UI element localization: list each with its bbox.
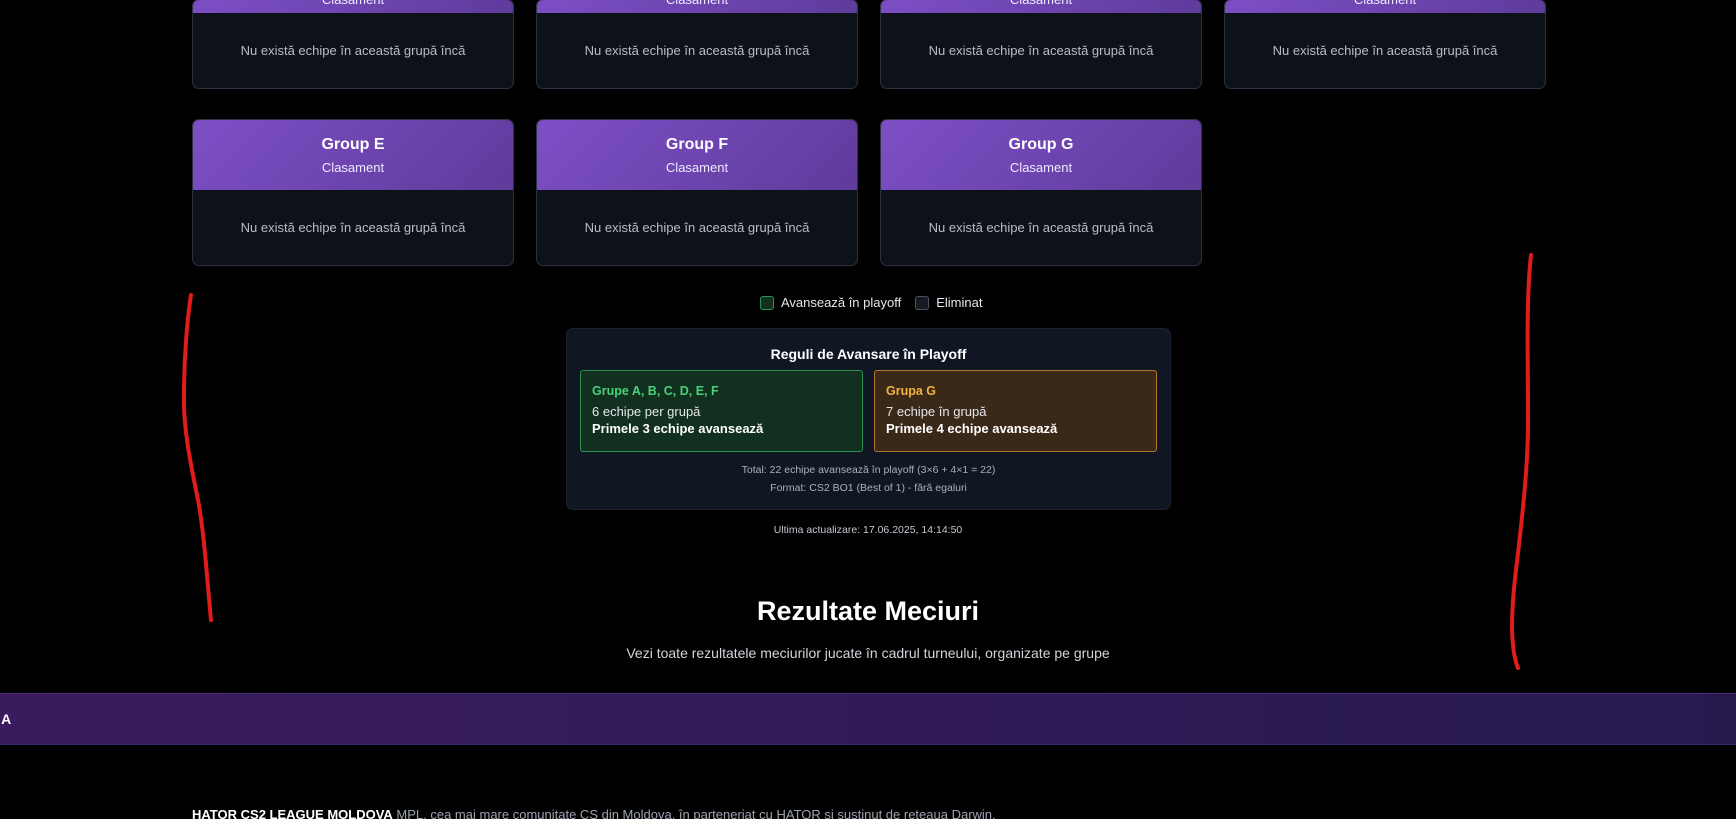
- section-title: Rezultate Meciuri: [756, 596, 980, 626]
- card-header: Group F Clasament: [537, 120, 857, 190]
- empty-message: Nu există echipe în această grupă încă: [1272, 43, 1498, 58]
- rules-format: Format: CS2 BO1 (Best of 1) - fără egalu…: [770, 482, 967, 494]
- card-subtitle: Clasament: [1009, 160, 1073, 175]
- card-subtitle: Clasament: [537, 0, 857, 8]
- annotation-stroke-left: [181, 293, 213, 622]
- last-updated: Ultima actualizare: 17.06.2025, 14:14:50: [0, 524, 1736, 536]
- card-header: Clasament: [1225, 0, 1545, 13]
- empty-message: Nu există echipe în această grupă încă: [928, 220, 1154, 235]
- card-subtitle: Clasament: [321, 160, 385, 175]
- legend-advance-label: Avansează în playoff: [781, 295, 902, 310]
- rules-title: Reguli de Avansare în Playoff: [770, 346, 967, 362]
- section-subtitle: Vezi toate rezultatele meciurilor jucate…: [626, 645, 1110, 661]
- rule-advance-count: Primele 3 echipe avansează: [592, 421, 764, 436]
- group-card-a: Clasament Nu există echipe în această gr…: [192, 0, 514, 89]
- group-card-b: Clasament Nu există echipe în această gr…: [536, 0, 858, 89]
- footer-brand: HATOR CS2 LEAGUE MOLDOVA: [192, 807, 393, 819]
- rule-team-count: 7 echipe în grupă: [886, 404, 987, 419]
- group-a-results-header[interactable]: a A: [0, 693, 1736, 745]
- card-header: Group G Clasament: [881, 120, 1201, 190]
- empty-message: Nu există echipe în această grupă încă: [584, 220, 810, 235]
- group-card-c: Clasament Nu există echipe în această gr…: [880, 0, 1202, 89]
- rules-total: Total: 22 echipe avansează în playoff (3…: [741, 464, 996, 476]
- empty-message: Nu există echipe în această grupă încă: [240, 43, 466, 58]
- legend-eliminated-label: Eliminat: [936, 295, 983, 310]
- rule-title: Grupa G: [886, 384, 937, 398]
- advance-swatch: [760, 295, 774, 310]
- rule-team-count: 6 echipe per grupă: [592, 404, 701, 419]
- rule-title: Grupe A, B, C, D, E, F: [592, 384, 719, 398]
- card-header: Clasament: [537, 0, 857, 13]
- card-header: Clasament: [193, 0, 513, 13]
- empty-message: Nu există echipe în această grupă încă: [240, 220, 466, 235]
- legend-eliminated: Eliminat: [915, 295, 982, 310]
- card-title: Group G: [1008, 136, 1074, 153]
- footer-description: HATOR CS2 LEAGUE MOLDOVA MPL, cea mai ma…: [192, 807, 996, 819]
- group-bar-label: a A: [0, 711, 12, 727]
- rule-advance-count: Primele 4 echipe avansează: [886, 421, 1058, 436]
- playoff-rules-panel: Reguli de Avansare în Playoff Grupe A, B…: [566, 328, 1171, 510]
- group-card-d: Clasament Nu există echipe în această gr…: [1224, 0, 1546, 89]
- rules-footnote: Total: 22 echipe avansează în playoff (3…: [567, 461, 1170, 497]
- empty-message: Nu există echipe în această grupă încă: [928, 43, 1154, 58]
- standings-legend: Avansează în playoff Eliminat: [760, 295, 996, 310]
- group-card-e: Group E Clasament Nu există echipe în ac…: [192, 119, 514, 266]
- footer-text: MPL, cea mai mare comunitate CS din Mold…: [392, 807, 996, 819]
- card-subtitle: Clasament: [193, 0, 513, 8]
- card-subtitle: Clasament: [665, 160, 729, 175]
- eliminated-swatch: [915, 295, 930, 310]
- rule-groups-a-f: Grupe A, B, C, D, E, F 6 echipe per grup…: [580, 370, 863, 452]
- legend-advance: Avansează în playoff: [760, 295, 901, 310]
- last-updated-text: Ultima actualizare: 17.06.2025, 14:14:50: [773, 524, 963, 536]
- card-header: Clasament: [881, 0, 1201, 13]
- card-title: Group F: [665, 136, 729, 153]
- card-subtitle: Clasament: [881, 0, 1201, 8]
- empty-message: Nu există echipe în această grupă încă: [584, 43, 810, 58]
- card-title: Group E: [321, 136, 385, 153]
- group-card-f: Group F Clasament Nu există echipe în ac…: [536, 119, 858, 266]
- rule-group-g: Grupa G 7 echipe în grupă Primele 4 echi…: [874, 370, 1157, 452]
- group-card-g: Group G Clasament Nu există echipe în ac…: [880, 119, 1202, 266]
- card-subtitle: Clasament: [1225, 0, 1545, 8]
- card-header: Group E Clasament: [193, 120, 513, 190]
